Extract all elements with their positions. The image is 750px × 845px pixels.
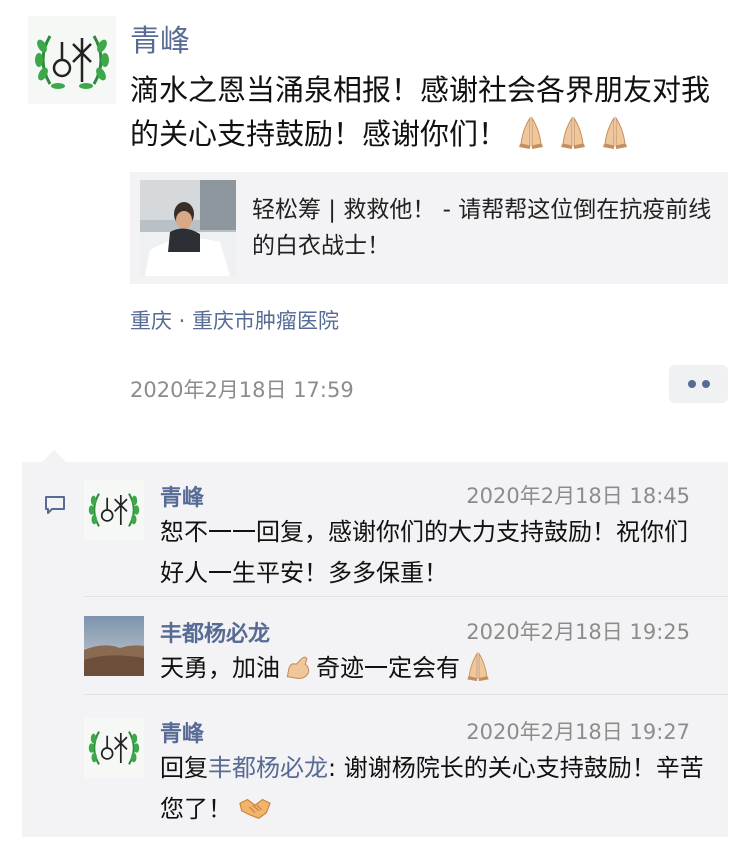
comment-text-part: 天勇，加油 [160,654,280,682]
comment-divider [84,694,728,695]
comment-timestamp: 2020年2月18日 19:27 [466,720,690,744]
post-author-name[interactable]: 青峰 [130,16,190,60]
comment-avatar[interactable] [84,718,144,778]
comment-author[interactable]: 青峰 [160,480,204,512]
comment-text: 天勇，加油 奇迹一定会有 [160,648,705,689]
handshake-icon [239,798,271,820]
folded-hands-icon [603,116,628,149]
shared-link-title: 轻松筹 | 救救他！ - 请帮帮这位倒在抗疫前线的白衣战士！ [252,197,712,259]
desert-landscape-avatar [84,616,144,676]
dot-icon [687,380,696,388]
comment-timestamp: 2020年2月18日 18:45 [466,484,690,508]
comment-text: 恕不一一回复，感谢你们的大力支持鼓励！祝你们好人一生平安！多多保重！ [160,518,688,587]
flexed-biceps-icon [286,656,310,679]
comment-text-part: 奇迹一定会有 [316,654,460,682]
comment-author[interactable]: 青峰 [160,716,204,748]
comment-text: 回复丰都杨必龙: 谢谢杨院长的关心支持鼓励！辛苦您了！ [160,748,705,830]
comment-panel-pointer [42,450,66,462]
folded-hands-icon [519,116,544,149]
wreath-logo-icon [84,480,144,540]
reply-prefix: 回复 [160,754,208,782]
reply-mention-link[interactable]: 丰都杨必龙 [208,754,328,782]
comment-avatar[interactable] [84,616,144,676]
shared-link-card[interactable]: 轻松筹 | 救救他！ - 请帮帮这位倒在抗疫前线的白衣战士！ [130,172,728,284]
post-body: 滴水之恩当涌泉相报！感谢社会各界朋友对我的关心支持鼓励！感谢你们！ [130,68,730,156]
more-actions-button[interactable] [669,365,728,403]
comment-divider [84,596,728,597]
post-timestamp: 2020年2月18日 17:59 [130,378,354,402]
post-author-avatar[interactable] [28,16,116,104]
wreath-logo-icon [84,718,144,778]
comment-author[interactable]: 丰都杨必龙 [160,616,270,648]
comment-avatar[interactable] [84,480,144,540]
comments-panel: 青峰 2020年2月18日 18:45 恕不一一回复，感谢你们的大力支持鼓励！祝… [22,462,728,837]
post-location[interactable]: 重庆 · 重庆市肿瘤医院 [130,305,339,335]
folded-hands-icon [467,652,489,682]
comment-timestamp: 2020年2月18日 19:25 [466,620,690,644]
dot-icon [701,380,710,388]
wreath-logo-icon [28,16,116,104]
comment-icon [45,496,65,514]
folded-hands-icon [561,116,586,149]
shared-link-thumbnail [140,180,236,276]
